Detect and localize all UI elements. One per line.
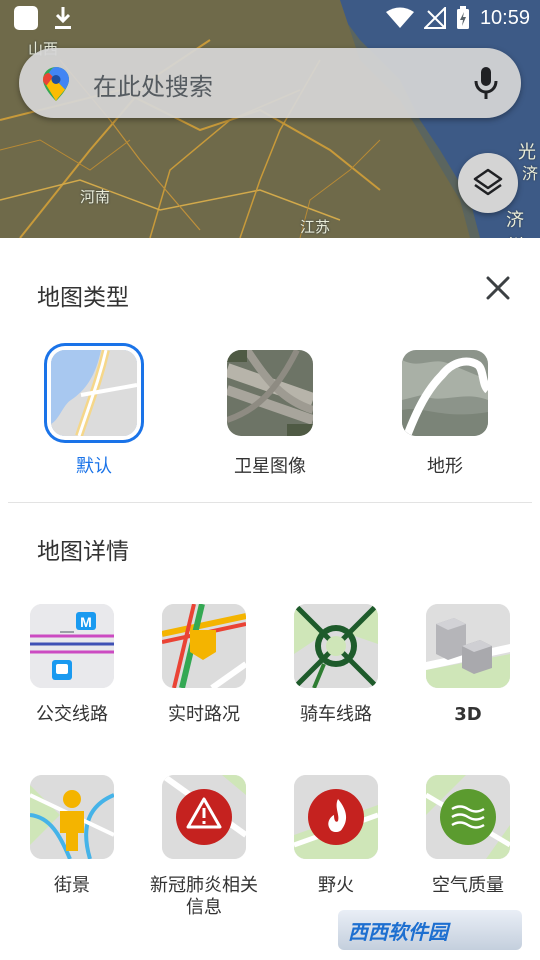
- 3d-buildings-icon: [426, 604, 510, 688]
- battery-charging-icon: [456, 6, 469, 29]
- map-label: 江苏: [300, 218, 331, 236]
- detail-3d[interactable]: 3D: [403, 604, 533, 726]
- detail-label: 新冠肺炎相关 信息: [150, 875, 258, 918]
- transit-icon: M: [30, 604, 114, 688]
- covid-info-icon: [162, 775, 246, 859]
- map-type-terrain[interactable]: 地形: [390, 350, 500, 478]
- map-type-title: 地图类型: [37, 285, 129, 311]
- bike-icon: [294, 604, 378, 688]
- detail-label: 野火: [318, 875, 354, 896]
- detail-label: 3D: [454, 704, 482, 725]
- map-label: 济: [522, 164, 539, 183]
- notification-icon: [14, 6, 38, 30]
- map-details-title: 地图详情: [37, 539, 129, 565]
- search-bar[interactable]: 在此处搜索: [19, 48, 521, 118]
- satellite-thumbnail: [227, 350, 313, 436]
- default-map-thumbnail: [51, 350, 137, 436]
- clock: 10:59: [479, 6, 530, 29]
- detail-label: 空气质量: [432, 875, 504, 896]
- no-signal-icon: [423, 7, 446, 29]
- map-options-sheet: 地图类型 默认 卫星图像 地形 地图详情 M 公交线路 实时路况 骑车线路 3D…: [0, 238, 540, 960]
- detail-wildfire[interactable]: 野火: [271, 775, 401, 897]
- watermark-logo: 西西软件园: [338, 910, 522, 950]
- google-maps-pin-icon: [43, 67, 69, 101]
- map-label: 河南: [80, 188, 111, 206]
- map-type-label: 卫星图像: [234, 456, 306, 477]
- detail-street-view[interactable]: 街景: [7, 775, 137, 897]
- download-icon: [55, 7, 71, 29]
- map-label: 济州: [506, 210, 524, 238]
- street-view-icon: [30, 775, 114, 859]
- detail-label: 骑车线路: [300, 704, 372, 725]
- detail-label: 公交线路: [36, 704, 108, 725]
- map-type-label: 默认: [76, 456, 112, 477]
- divider: [8, 502, 532, 503]
- status-bar: 10:59: [0, 0, 540, 36]
- microphone-icon[interactable]: [473, 66, 499, 100]
- map-type-label: 地形: [427, 456, 463, 477]
- terrain-thumbnail: [402, 350, 488, 436]
- detail-air-quality[interactable]: 空气质量: [403, 775, 533, 897]
- map-type-default[interactable]: 默认: [39, 350, 149, 478]
- detail-covid[interactable]: 新冠肺炎相关 信息: [139, 775, 269, 919]
- detail-label: 街景: [54, 875, 90, 896]
- map-type-satellite[interactable]: 卫星图像: [215, 350, 325, 478]
- detail-transit[interactable]: M 公交线路: [7, 604, 137, 726]
- layers-icon: [473, 168, 503, 196]
- wildfire-icon: [294, 775, 378, 859]
- wifi-icon: [385, 7, 414, 28]
- close-icon[interactable]: [480, 270, 516, 306]
- svg-text:M: M: [80, 614, 92, 630]
- layers-button[interactable]: [458, 153, 518, 213]
- detail-traffic[interactable]: 实时路况: [139, 604, 269, 726]
- air-quality-icon: [426, 775, 510, 859]
- traffic-icon: [162, 604, 246, 688]
- watermark-text: 西西软件园: [348, 919, 448, 944]
- search-placeholder[interactable]: 在此处搜索: [93, 67, 213, 102]
- detail-bike[interactable]: 骑车线路: [271, 604, 401, 726]
- detail-label: 实时路况: [168, 704, 240, 725]
